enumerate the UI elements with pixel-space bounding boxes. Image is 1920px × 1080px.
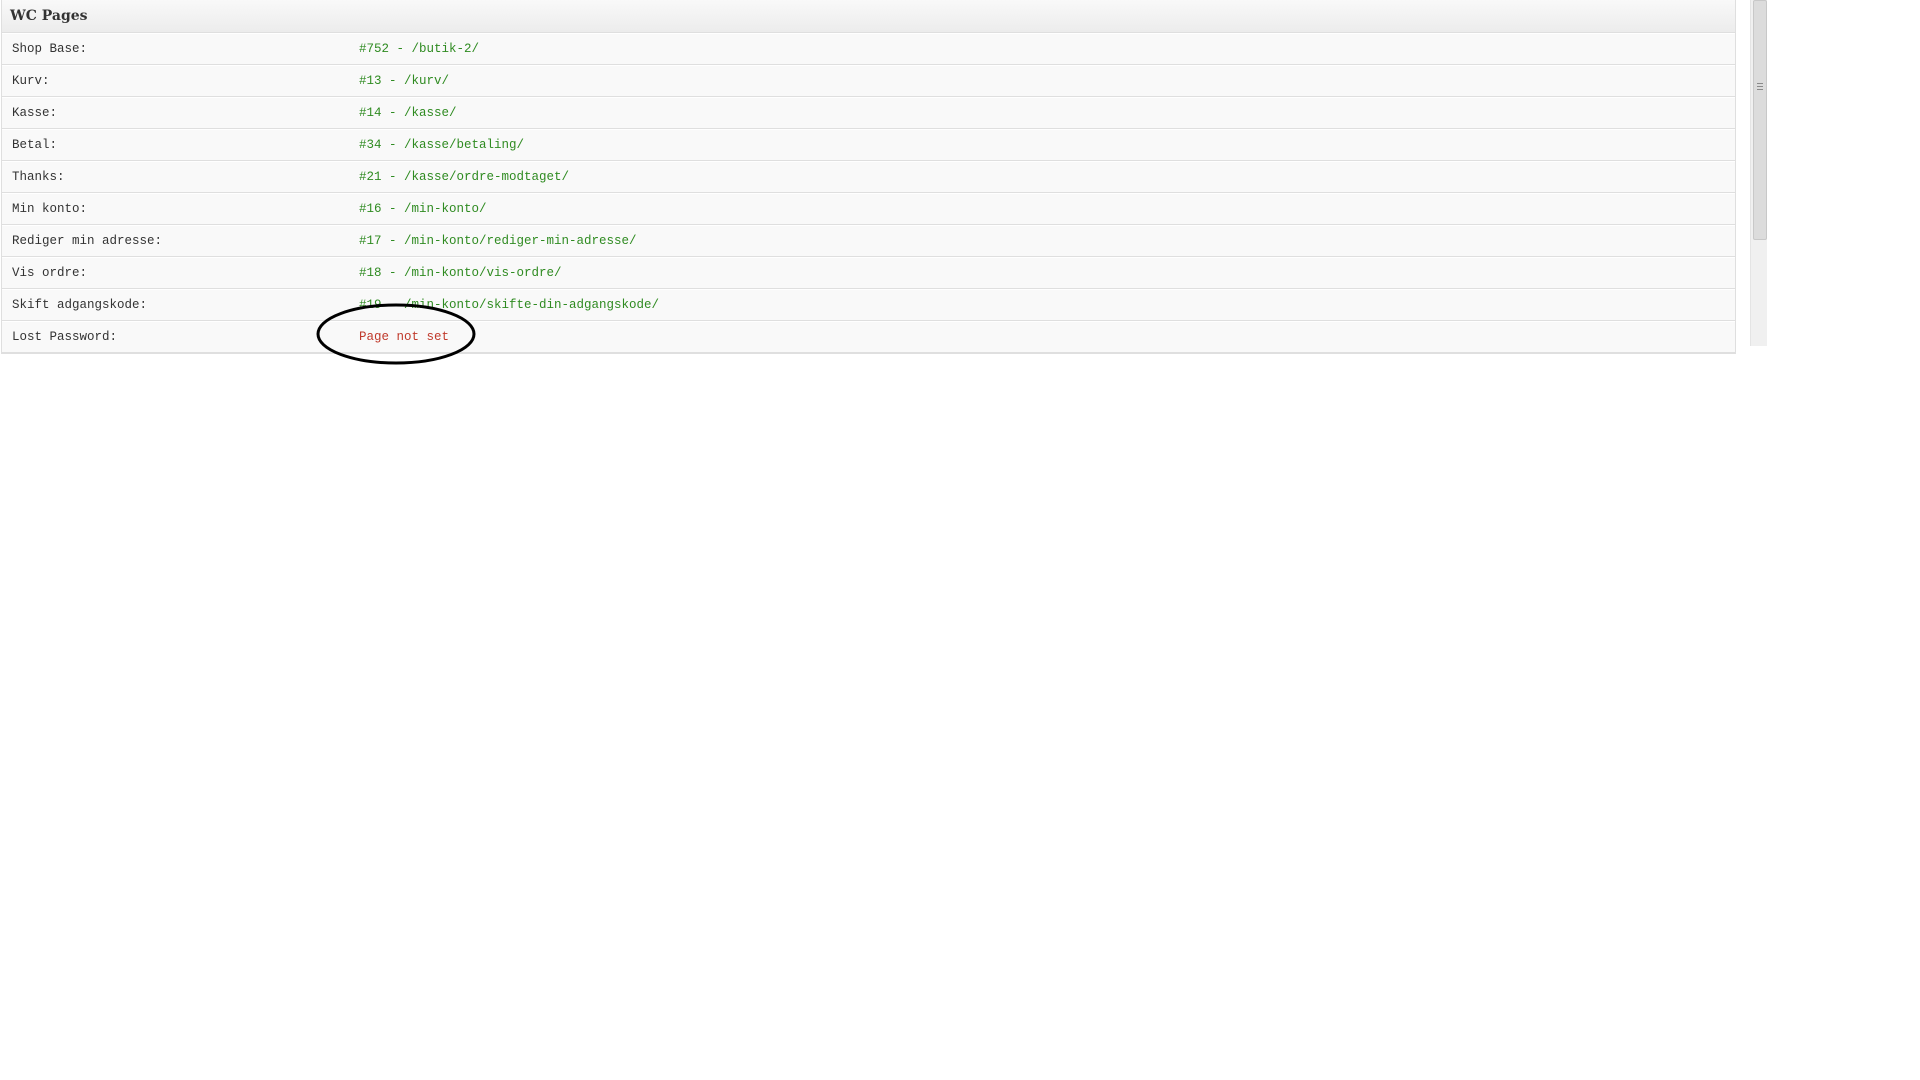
row-value: #14 - /kasse/ bbox=[359, 106, 457, 120]
table-row: Min konto: #16 - /min-konto/ bbox=[2, 193, 1735, 225]
wc-pages-table: WC Pages Shop Base: #752 - /butik-2/Kurv:… bbox=[1, 0, 1736, 354]
table-row: Kasse: #14 - /kasse/ bbox=[2, 97, 1735, 129]
row-value: #21 - /kasse/ordre-modtaget/ bbox=[359, 170, 570, 184]
row-label: Kasse: bbox=[12, 106, 58, 120]
table-body: Shop Base: #752 - /butik-2/Kurv: #13 - /ku… bbox=[2, 33, 1735, 353]
table-row: Vis ordre: #18 - /min-konto/vis-ordre/ bbox=[2, 257, 1735, 289]
table-row: Thanks: #21 - /kasse/ordre-modtaget/ bbox=[2, 161, 1735, 193]
row-value: #34 - /kasse/betaling/ bbox=[359, 138, 525, 152]
row-label: Thanks: bbox=[12, 170, 65, 184]
row-label: Kurv: bbox=[12, 74, 50, 88]
table-row: Skift adgangskode: #19 - /min-konto/skift… bbox=[2, 289, 1735, 321]
row-value: #17 - /min-konto/rediger-min-adresse/ bbox=[359, 234, 637, 248]
row-label: Lost Password: bbox=[12, 330, 118, 344]
row-value: #16 - /min-konto/ bbox=[359, 202, 487, 216]
grip-lines-icon bbox=[1757, 83, 1763, 90]
table-row: Betal: #34 - /kasse/betaling/ bbox=[2, 129, 1735, 161]
table-row: Rediger min adresse: #17 - /min-konto/red… bbox=[2, 225, 1735, 257]
row-value: #752 - /butik-2/ bbox=[359, 42, 480, 56]
row-label: Skift adgangskode: bbox=[12, 298, 148, 312]
table-row: Shop Base: #752 - /butik-2/ bbox=[2, 33, 1735, 65]
row-label: Vis ordre: bbox=[12, 266, 88, 280]
row-label: Shop Base: bbox=[12, 42, 88, 56]
table-row: Lost Password: Page not set bbox=[2, 321, 1735, 353]
table-title: WC Pages bbox=[10, 8, 88, 24]
annotation-ellipse-stroke bbox=[316, 303, 476, 365]
row-label: Betal: bbox=[12, 138, 58, 152]
row-value: #13 - /kurv/ bbox=[359, 74, 450, 88]
row-label: Rediger min adresse: bbox=[12, 234, 163, 248]
scrollbar-thumb[interactable] bbox=[1753, 0, 1767, 240]
annotation-circle bbox=[316, 303, 476, 365]
row-label: Min konto: bbox=[12, 202, 88, 216]
table-header: WC Pages bbox=[2, 0, 1735, 33]
table-row: Kurv: #13 - /kurv/ bbox=[2, 65, 1735, 97]
vertical-scrollbar[interactable] bbox=[1750, 0, 1767, 346]
row-value: #18 - /min-konto/vis-ordre/ bbox=[359, 266, 562, 280]
status-report-viewport: WC Pages Shop Base: #752 - /butik-2/Kurv:… bbox=[0, 0, 1767, 365]
